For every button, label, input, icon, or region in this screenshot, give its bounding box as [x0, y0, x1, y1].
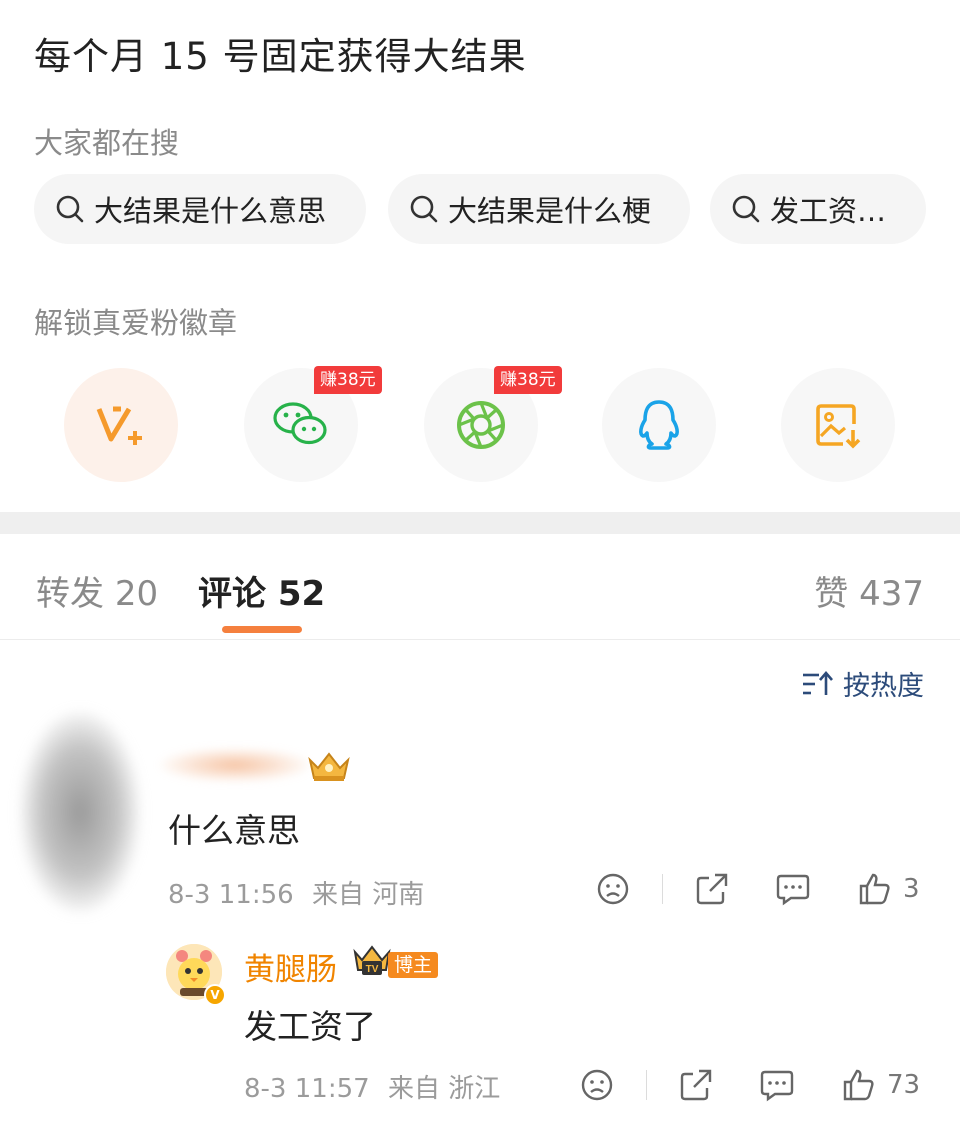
verified-v-badge: V — [204, 984, 226, 1006]
action-separator — [662, 874, 663, 904]
share-moments-button[interactable]: 赚38元 — [424, 366, 562, 482]
trending-search-chips: 大结果是什么意思 大结果是什么梗 发工资… — [34, 174, 960, 244]
reply-button[interactable] — [775, 872, 811, 906]
save-image-button[interactable] — [781, 368, 895, 482]
repost-button[interactable] — [679, 1068, 713, 1102]
comment-actions: 3 — [596, 872, 926, 906]
dislike-face-icon — [597, 873, 629, 905]
post-title: 每个月 15 号固定获得大结果 — [34, 35, 527, 78]
crown-icon — [308, 752, 350, 781]
search-chip-3[interactable]: 发工资… — [710, 174, 926, 244]
reply-author-name[interactable]: 黄腿肠 — [244, 944, 337, 989]
thumbs-up-icon — [859, 873, 890, 905]
thumbs-up-icon — [843, 1069, 874, 1101]
tab-likes[interactable]: 赞 437 — [814, 566, 924, 615]
dislike-face-icon — [581, 1069, 613, 1101]
comment-icon — [760, 1070, 794, 1102]
reply-text: 发工资了 — [244, 1007, 376, 1046]
reply-timestamp: 8-3 11:57 — [244, 1074, 370, 1104]
svg-text:TV: TV — [366, 964, 379, 975]
search-icon — [410, 195, 438, 223]
search-chip-label: 发工资… — [770, 194, 887, 228]
tab-comments-count: 52 — [277, 574, 326, 614]
moments-icon — [457, 401, 505, 449]
tab-comments-label: 评论 — [198, 574, 266, 614]
section-divider — [0, 512, 960, 534]
tab-repost[interactable]: 转发 20 — [36, 566, 158, 615]
trending-search-label: 大家都在搜 — [34, 126, 180, 160]
tab-likes-label: 赞 — [814, 574, 849, 614]
like-button[interactable]: 3 — [857, 872, 920, 906]
tv-crown-icon: TV — [353, 945, 391, 975]
qq-icon — [639, 400, 679, 450]
search-chip-1[interactable]: 大结果是什么意思 — [34, 174, 366, 244]
active-tab-indicator — [222, 626, 302, 633]
save-image-icon — [816, 404, 861, 449]
search-chip-label: 大结果是什么意思 — [94, 194, 327, 228]
share-wechat-button[interactable]: 赚38元 — [244, 366, 382, 482]
sort-by-popularity-button[interactable]: 按热度 — [801, 664, 924, 703]
sort-icon — [803, 670, 833, 695]
search-chip-label: 大结果是什么梗 — [448, 194, 652, 228]
comment-timestamp: 8-3 11:56 — [168, 880, 294, 910]
tab-likes-count: 437 — [859, 574, 924, 614]
commenter-name-blurred[interactable] — [160, 748, 310, 782]
tab-repost-count: 20 — [114, 574, 159, 614]
wechat-icon — [273, 402, 327, 445]
blogger-badge: 博主 — [388, 952, 439, 978]
share-qq-button[interactable] — [602, 368, 716, 482]
repost-button[interactable] — [695, 872, 729, 906]
tab-comments[interactable]: 评论 52 — [198, 566, 325, 615]
share-icon — [696, 873, 728, 905]
earn-reward-tag: 赚38元 — [494, 366, 562, 394]
earn-reward-tag: 赚38元 — [314, 366, 382, 394]
like-count: 3 — [903, 874, 920, 904]
dislike-button[interactable] — [596, 872, 636, 906]
reply-location: 来自 浙江 — [387, 1074, 501, 1104]
share-icon — [680, 1069, 712, 1101]
dislike-button[interactable] — [580, 1068, 620, 1102]
comment-location: 来自 河南 — [311, 880, 425, 910]
share-vplus-button[interactable] — [64, 368, 178, 482]
tab-repost-label: 转发 — [36, 574, 104, 614]
reply-actions: 73 — [580, 1068, 926, 1102]
comment-icon — [776, 874, 810, 906]
like-button[interactable]: 73 — [841, 1068, 920, 1102]
action-separator — [646, 1070, 647, 1100]
search-chip-2[interactable]: 大结果是什么梗 — [388, 174, 690, 244]
comment-meta: 8-3 11:56 来自 河南 — [168, 874, 434, 911]
engagement-tabs: 转发 20 评论 52 赞 437 — [0, 560, 960, 640]
like-count: 73 — [887, 1070, 921, 1100]
sort-label: 按热度 — [843, 671, 924, 702]
vplus-icon — [96, 406, 142, 445]
search-icon — [56, 195, 84, 223]
reply-meta: 8-3 11:57 来自 浙江 — [244, 1068, 510, 1105]
reply-button[interactable] — [759, 1068, 795, 1102]
search-icon — [732, 195, 760, 223]
comment-text: 什么意思 — [168, 811, 300, 850]
commenter-avatar-blurred[interactable] — [20, 712, 140, 912]
fan-badge-label: 解锁真爱粉徽章 — [34, 306, 238, 340]
share-row: 赚38元 赚38元 — [0, 366, 960, 482]
